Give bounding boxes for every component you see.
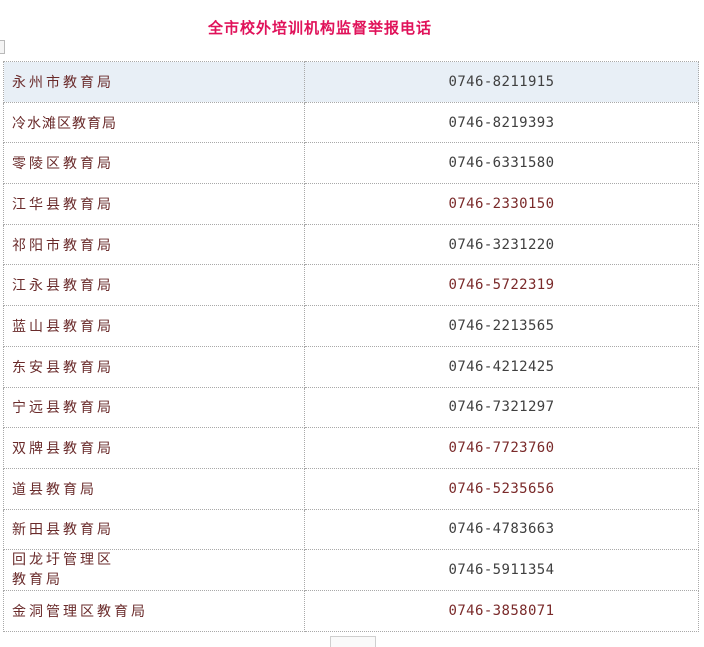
bureau-name-cell: 江永县教育局 (3, 264, 305, 307)
hotline-table: 永州市教育局 0746-8211915 冷水滩区教育局 0746-8219393… (3, 61, 699, 632)
table-row: 江永县教育局 0746-5722319 (3, 264, 699, 307)
table-row: 冷水滩区教育局 0746-8219393 (3, 101, 699, 144)
table-row: 金洞管理区教育局 0746-3858071 (3, 590, 699, 632)
page-title: 全市校外培训机构监督举报电话 (207, 19, 432, 37)
bureau-name-cell: 道县教育局 (3, 467, 305, 510)
page-tab-stub (330, 636, 376, 647)
phone-cell[interactable]: 0746-3231220 (304, 223, 699, 266)
bureau-name-cell: 江华县教育局 (3, 183, 305, 225)
phone-cell[interactable]: 0746-8211915 (304, 61, 699, 103)
table-row: 双牌县教育局 0746-7723760 (3, 427, 699, 469)
bureau-name-cell: 双牌县教育局 (3, 427, 305, 469)
phone-cell[interactable]: 0746-5722319 (304, 264, 699, 307)
phone-cell[interactable]: 0746-5911354 (304, 549, 699, 592)
bureau-name-cell: 金洞管理区教育局 (3, 590, 305, 632)
table-row: 祁阳市教育局 0746-3231220 (3, 223, 699, 266)
table-row: 江华县教育局 0746-2330150 (3, 183, 699, 225)
table-row: 新田县教育局 0746-4783663 (3, 508, 699, 551)
bureau-name-line-2: 教育局 (12, 572, 63, 589)
phone-cell[interactable]: 0746-4212425 (304, 345, 699, 388)
phone-cell[interactable]: 0746-7723760 (304, 427, 699, 469)
phone-cell[interactable]: 0746-5235656 (304, 467, 699, 510)
bureau-name-cell: 冷水滩区教育局 (3, 101, 305, 144)
table-row: 东安县教育局 0746-4212425 (3, 345, 699, 388)
table-row: 零陵区教育局 0746-6331580 (3, 142, 699, 185)
table-row: 道县教育局 0746-5235656 (3, 467, 699, 510)
bureau-name-cell: 祁阳市教育局 (3, 223, 305, 266)
phone-cell[interactable]: 0746-7321297 (304, 386, 699, 429)
bureau-name-cell: 东安县教育局 (3, 345, 305, 388)
table-row: 蓝山县教育局 0746-2213565 (3, 305, 699, 347)
bureau-name-cell: 零陵区教育局 (3, 142, 305, 185)
bureau-name-cell: 回龙圩管理区 教育局 (3, 549, 305, 592)
left-edge-marker (0, 40, 5, 54)
bureau-name-cell: 永州市教育局 (3, 61, 305, 103)
bureau-name-cell: 蓝山县教育局 (3, 305, 305, 347)
phone-cell[interactable]: 0746-2213565 (304, 305, 699, 347)
table-row: 回龙圩管理区 教育局 0746-5911354 (3, 549, 699, 592)
phone-cell[interactable]: 0746-4783663 (304, 508, 699, 551)
table-row: 永州市教育局 0746-8211915 (3, 61, 699, 103)
bureau-name-cell: 新田县教育局 (3, 508, 305, 551)
table-row: 宁远县教育局 0746-7321297 (3, 386, 699, 429)
phone-cell[interactable]: 0746-2330150 (304, 183, 699, 225)
bureau-name-line-1: 回龙圩管理区 (12, 552, 114, 569)
bureau-name-cell: 宁远县教育局 (3, 386, 305, 429)
phone-cell[interactable]: 0746-8219393 (304, 101, 699, 144)
phone-cell[interactable]: 0746-6331580 (304, 142, 699, 185)
phone-cell[interactable]: 0746-3858071 (304, 590, 699, 632)
